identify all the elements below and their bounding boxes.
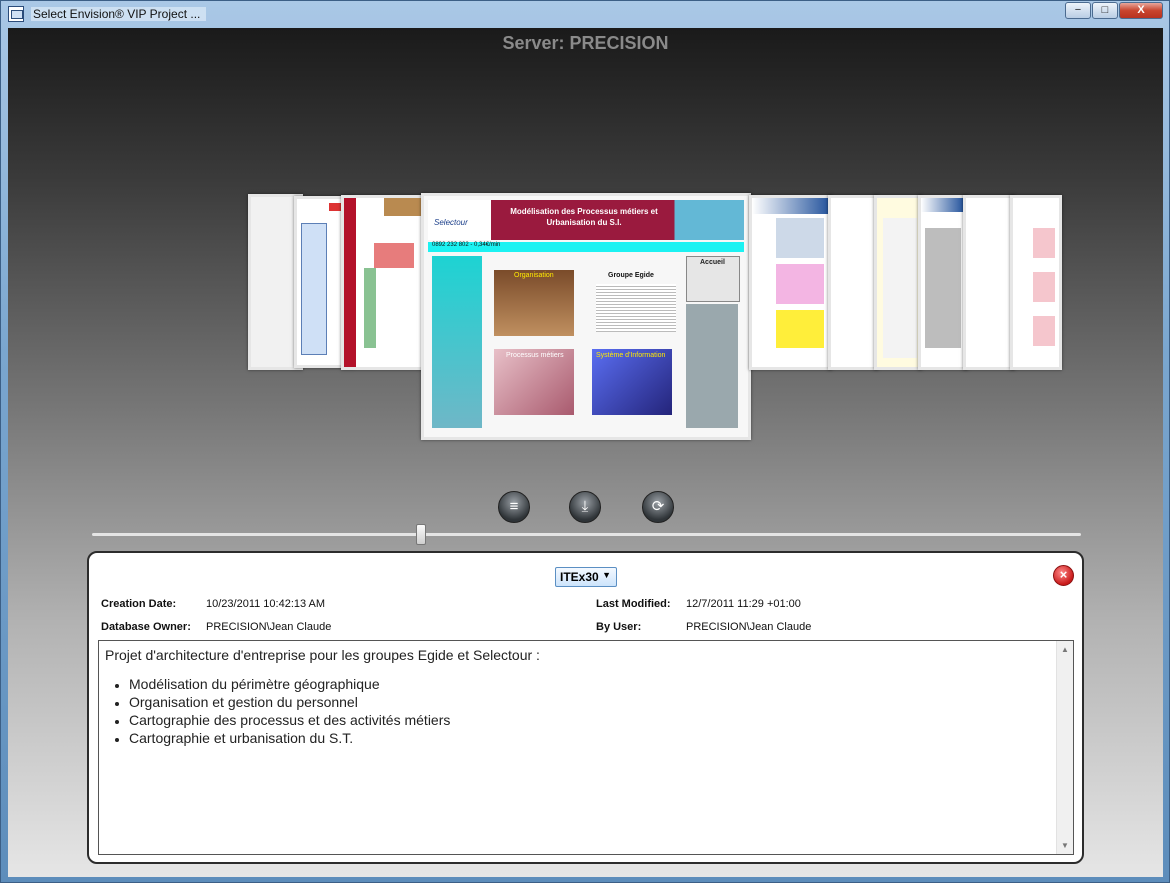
- server-title: Server: PRECISION: [502, 33, 669, 53]
- database-icon[interactable]: ≡: [498, 491, 530, 523]
- project-selector-value: ITEx30: [560, 570, 599, 584]
- thumbnail-slider-thumb[interactable]: [416, 524, 426, 545]
- title-bar[interactable]: Select Envision® VIP Project ... − □ X: [1, 1, 1169, 27]
- close-window-button[interactable]: X: [1119, 2, 1163, 19]
- close-icon[interactable]: ×: [1053, 565, 1074, 586]
- project-description-textbox[interactable]: Projet d'architecture d'entreprise pour …: [98, 640, 1074, 855]
- refresh-icon[interactable]: ⟳: [642, 491, 674, 523]
- application-window: Select Envision® VIP Project ... − □ X S…: [0, 0, 1170, 883]
- app-icon[interactable]: [8, 6, 24, 22]
- project-info-panel: ITEx30 ▼ × Creation Date: 10/23/2011 10:…: [87, 551, 1084, 864]
- by-user-value: PRECISION\Jean Claude: [686, 621, 812, 633]
- description-scrollbar[interactable]: ▲ ▼: [1056, 641, 1073, 854]
- description-item: Cartographie des processus et des activi…: [129, 711, 540, 729]
- slide-block-systeme: Système d'Information: [596, 352, 666, 359]
- slide-accueil: Accueil: [700, 259, 725, 266]
- chevron-down-icon: ▼: [602, 570, 611, 580]
- window-title: Select Envision® VIP Project ...: [31, 7, 207, 21]
- project-thumbnail[interactable]: [1010, 195, 1062, 370]
- slide-phone-bar: 0892 232 802 - 0,34€/min: [432, 242, 501, 248]
- slide-block-organisation: Organisation: [514, 272, 554, 279]
- project-thumbnail-selected[interactable]: Selectour Modélisation des Processus mét…: [421, 193, 751, 440]
- slide-block-groupe: Groupe Egide: [608, 272, 654, 279]
- last-modified-label: Last Modified:: [596, 598, 671, 610]
- project-thumbnail[interactable]: [874, 195, 922, 370]
- minimize-button[interactable]: −: [1065, 2, 1091, 19]
- creation-date-label: Creation Date:: [101, 598, 177, 610]
- maximize-button[interactable]: □: [1092, 2, 1118, 19]
- description-list: Modélisation du périmètre géographique O…: [105, 675, 540, 747]
- project-thumbnail[interactable]: [963, 195, 1015, 370]
- description-intro: Projet d'architecture d'entreprise pour …: [105, 647, 540, 663]
- logo-text: Selectour: [434, 218, 468, 227]
- description-item: Organisation et gestion du personnel: [129, 693, 540, 711]
- import-icon[interactable]: ⤓: [569, 491, 601, 523]
- description-item: Cartographie et urbanisation du S.T.: [129, 729, 540, 747]
- project-thumbnail[interactable]: [918, 195, 968, 370]
- scroll-down-icon[interactable]: ▼: [1061, 841, 1069, 850]
- description-item: Modélisation du périmètre géographique: [129, 675, 540, 693]
- scroll-up-icon[interactable]: ▲: [1061, 645, 1069, 654]
- database-owner-label: Database Owner:: [101, 621, 191, 633]
- last-modified-value: 12/7/2011 11:29 +01:00: [686, 598, 801, 610]
- client-area: Server: PRECISION Selectour Modélisation…: [8, 28, 1163, 877]
- database-owner-value: PRECISION\Jean Claude: [206, 621, 332, 633]
- by-user-label: By User:: [596, 621, 642, 633]
- project-thumbnail[interactable]: [828, 195, 878, 370]
- project-thumbnail[interactable]: [749, 195, 832, 370]
- thumbnail-slider-track[interactable]: [92, 533, 1081, 536]
- slide-block-processus: Processus métiers: [506, 352, 564, 359]
- slide-header-title: Modélisation des Processus métiers et Ur…: [510, 207, 658, 227]
- creation-date-value: 10/23/2011 10:42:13 AM: [206, 598, 326, 610]
- project-thumbnail[interactable]: [341, 195, 426, 370]
- project-selector-dropdown[interactable]: ITEx30 ▼: [555, 567, 617, 587]
